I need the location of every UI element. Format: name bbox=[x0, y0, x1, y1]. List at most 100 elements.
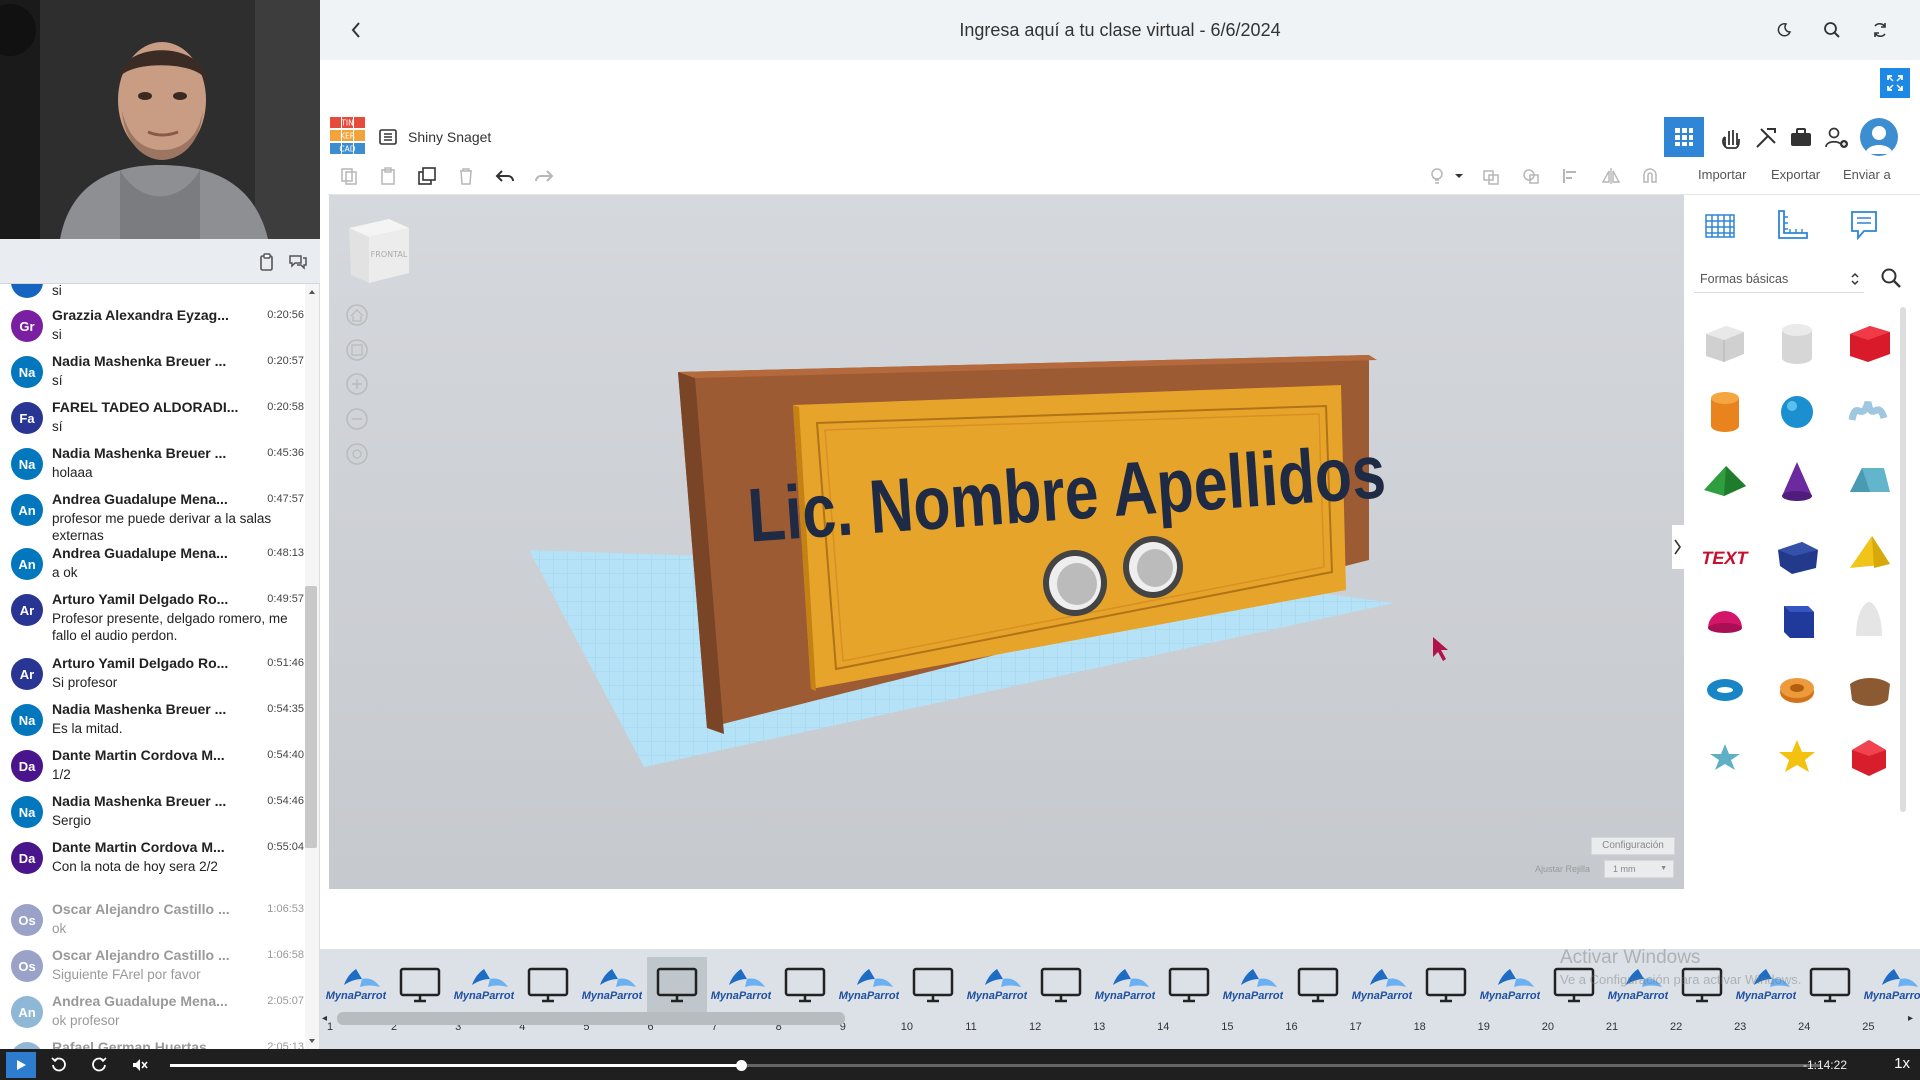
duplicate-button[interactable] bbox=[416, 165, 438, 187]
slide-thumbnail[interactable] bbox=[646, 957, 707, 1013]
seek-bar[interactable] bbox=[170, 1060, 1820, 1071]
scroll-down-icon[interactable] bbox=[305, 1035, 319, 1047]
slide-thumbnail[interactable] bbox=[1159, 957, 1219, 1013]
shape-star-teal[interactable] bbox=[1694, 721, 1756, 791]
ungroup-button[interactable] bbox=[1520, 165, 1542, 187]
fullscreen-button[interactable] bbox=[1880, 68, 1910, 98]
play-button[interactable] bbox=[6, 1052, 36, 1078]
copy-chat-button[interactable] bbox=[256, 251, 278, 273]
slide-thumbnail[interactable] bbox=[1288, 957, 1348, 1013]
shape-polygon-navy[interactable] bbox=[1766, 585, 1828, 655]
zoom-out-button[interactable] bbox=[346, 408, 368, 430]
cruise-button[interactable] bbox=[1639, 165, 1661, 187]
sync-button[interactable] bbox=[1868, 18, 1892, 42]
ruler-tool-button[interactable] bbox=[1774, 207, 1810, 243]
group-button[interactable] bbox=[1480, 165, 1502, 187]
slide-thumbnail[interactable]: MynaParrot bbox=[1864, 957, 1920, 1013]
shape-pyramid-green[interactable] bbox=[1694, 445, 1756, 515]
slide-thumbnail[interactable]: MynaParrot bbox=[1480, 957, 1540, 1013]
slide-thumbnail[interactable]: MynaParrot bbox=[967, 957, 1027, 1013]
circuits-button[interactable] bbox=[1718, 125, 1744, 151]
shape-cylinder-gray[interactable] bbox=[1766, 307, 1828, 377]
shapes-search-button[interactable] bbox=[1880, 267, 1904, 291]
paste-button[interactable] bbox=[377, 165, 399, 187]
shape-paraboloid-white[interactable] bbox=[1838, 585, 1900, 655]
forward-button[interactable] bbox=[87, 1053, 111, 1077]
slide-thumbnail[interactable]: MynaParrot bbox=[1095, 957, 1155, 1013]
light-button[interactable] bbox=[1426, 165, 1448, 187]
shape-sphere-blue[interactable] bbox=[1766, 375, 1828, 445]
slide-thumbnail[interactable] bbox=[775, 957, 835, 1013]
slide-thumbnail[interactable] bbox=[1031, 957, 1091, 1013]
add-user-button[interactable] bbox=[1824, 125, 1850, 151]
design-list-button[interactable] bbox=[378, 127, 398, 147]
hole-left[interactable] bbox=[1043, 550, 1107, 616]
shapes-scrollbar[interactable] bbox=[1900, 307, 1906, 812]
user-avatar[interactable] bbox=[1860, 118, 1898, 156]
slide-thumbnail[interactable]: MynaParrot bbox=[1223, 957, 1283, 1013]
undo-button[interactable] bbox=[494, 165, 516, 187]
copy-button[interactable] bbox=[338, 165, 360, 187]
scroll-up-icon[interactable] bbox=[305, 286, 319, 298]
ortho-view-button[interactable] bbox=[346, 443, 368, 465]
redo-button[interactable] bbox=[533, 165, 555, 187]
mute-button[interactable] bbox=[128, 1053, 152, 1077]
slide-thumbnail[interactable]: MynaParrot bbox=[582, 957, 642, 1013]
project-name[interactable]: Shiny Snaget bbox=[408, 129, 491, 145]
shape-cylinder-orange[interactable] bbox=[1694, 375, 1756, 445]
search-button[interactable] bbox=[1820, 18, 1844, 42]
slide-thumbnail[interactable] bbox=[1800, 957, 1860, 1013]
slide-thumbnail[interactable]: MynaParrot bbox=[1352, 957, 1412, 1013]
fit-view-button[interactable] bbox=[346, 339, 368, 361]
shape-tube-orange[interactable] bbox=[1766, 653, 1828, 723]
shape-pyramid-yellow[interactable] bbox=[1838, 519, 1900, 589]
projects-button[interactable] bbox=[1788, 125, 1814, 151]
export-button[interactable]: Exportar bbox=[1771, 167, 1820, 182]
notes-tool-button[interactable] bbox=[1846, 207, 1882, 243]
slide-thumbnail[interactable] bbox=[903, 957, 963, 1013]
slide-thumbnail[interactable]: MynaParrot bbox=[326, 957, 386, 1013]
shape-scribble[interactable] bbox=[1838, 375, 1900, 445]
zoom-in-button[interactable] bbox=[346, 373, 368, 395]
home-view-button[interactable] bbox=[346, 304, 368, 326]
panel-collapse-button[interactable] bbox=[1672, 525, 1684, 569]
shape-roof-teal[interactable] bbox=[1838, 445, 1900, 515]
rewind-button[interactable] bbox=[47, 1053, 71, 1077]
chat-scroll-thumb[interactable] bbox=[305, 586, 317, 848]
thumbs-scroll-right[interactable]: ▸ bbox=[1908, 1013, 1913, 1024]
playback-speed-button[interactable]: 1x bbox=[1894, 1055, 1910, 1072]
send-to-button[interactable]: Enviar a bbox=[1843, 167, 1891, 182]
thumbs-scroll-thumb[interactable] bbox=[337, 1012, 845, 1025]
workplane-tool-button[interactable] bbox=[1702, 207, 1738, 243]
chat-message-list[interactable]: si Gr Grazzia Alexandra Eyzag... 0:20:56 si N… bbox=[0, 284, 304, 1049]
snap-grid-select[interactable]: 1 mm ▼ bbox=[1604, 860, 1674, 878]
shape-bezel-brown[interactable] bbox=[1838, 653, 1900, 723]
import-button[interactable]: Importar bbox=[1698, 167, 1746, 182]
shape-box-red[interactable] bbox=[1838, 307, 1900, 377]
seek-knob[interactable] bbox=[735, 1060, 747, 1071]
view-cube[interactable]: FRONTAL bbox=[349, 219, 409, 283]
dark-mode-button[interactable] bbox=[1772, 18, 1796, 42]
build-button[interactable] bbox=[1753, 125, 1779, 151]
light-dropdown[interactable] bbox=[1452, 165, 1466, 187]
slide-thumbnail[interactable] bbox=[390, 957, 450, 1013]
shape-box-navy[interactable] bbox=[1766, 519, 1828, 589]
shape-half-sphere-pink[interactable] bbox=[1694, 585, 1756, 655]
3d-view-button[interactable] bbox=[1664, 117, 1704, 157]
thumbs-scroll-left[interactable]: ◂ bbox=[322, 1013, 327, 1024]
shapes-category-select[interactable]: Formas básicas bbox=[1694, 265, 1864, 293]
slide-thumbnail[interactable] bbox=[518, 957, 578, 1013]
settings-button[interactable]: Configuración bbox=[1591, 837, 1675, 855]
align-button[interactable] bbox=[1560, 165, 1582, 187]
slide-thumbnail[interactable]: MynaParrot bbox=[711, 957, 771, 1013]
shape-cone-purple[interactable] bbox=[1766, 445, 1828, 515]
slide-thumbnail[interactable]: MynaParrot bbox=[839, 957, 899, 1013]
shape-text-red[interactable]: TEXT bbox=[1694, 519, 1756, 589]
hole-right[interactable] bbox=[1123, 536, 1183, 598]
tinkercad-logo[interactable]: TIN KER CAD bbox=[330, 117, 366, 155]
shape-box-gray[interactable] bbox=[1694, 307, 1756, 377]
shape-torus-blue[interactable] bbox=[1694, 653, 1756, 723]
shape-star-yellow[interactable] bbox=[1766, 721, 1828, 791]
slide-thumbnail[interactable] bbox=[1416, 957, 1476, 1013]
chat-options-button[interactable] bbox=[287, 251, 309, 273]
